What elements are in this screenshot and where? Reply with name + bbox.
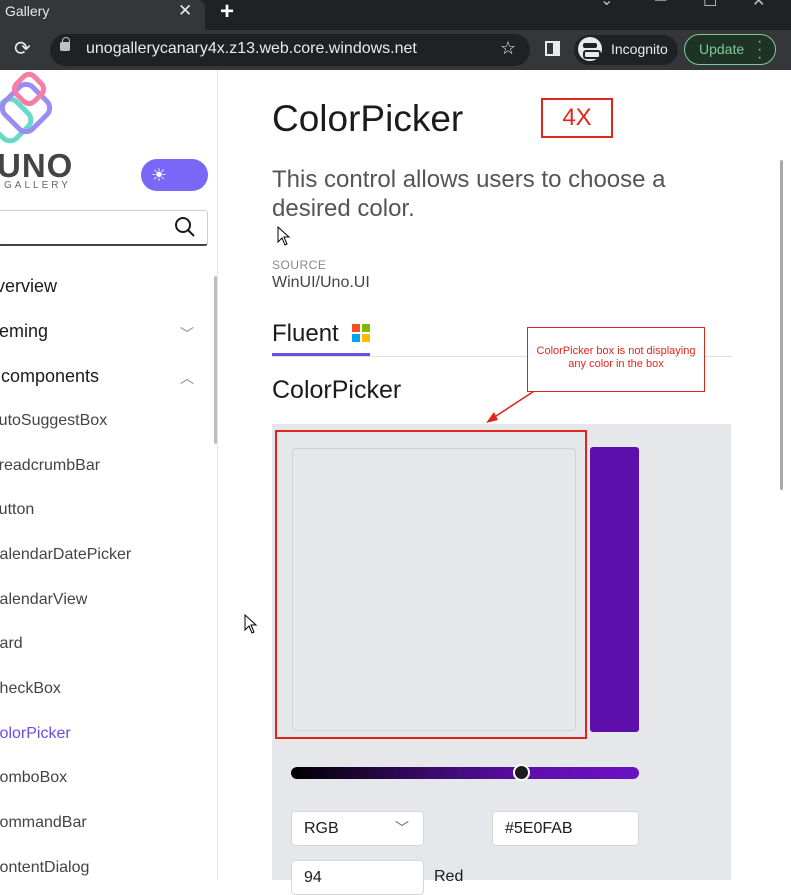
- annotation-callout: ColorPicker box is not displaying any co…: [527, 327, 705, 392]
- annotation-arrow: [486, 379, 552, 423]
- mouse-cursor-icon: [277, 226, 291, 246]
- mouse-cursor-icon: [244, 614, 258, 634]
